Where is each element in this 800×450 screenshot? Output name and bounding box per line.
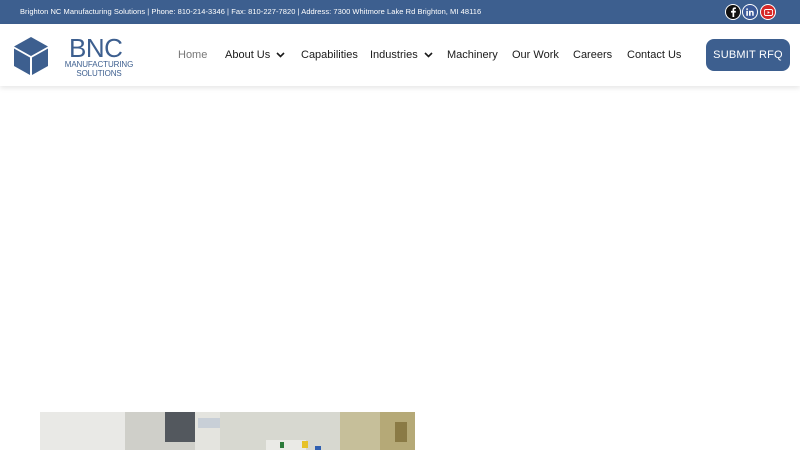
- site-header: BNC MANUFACTURING SOLUTIONS Home About U…: [0, 24, 800, 86]
- nav-our-work[interactable]: Our Work: [512, 24, 559, 86]
- youtube-icon: [763, 8, 773, 16]
- shop-floor-photo: [40, 412, 415, 450]
- logo-subtitle: MANUFACTURING SOLUTIONS: [59, 60, 139, 78]
- nav-industries[interactable]: Industries: [370, 24, 433, 86]
- nav-machinery[interactable]: Machinery: [447, 24, 498, 86]
- nav-industries-label: Industries: [370, 49, 418, 61]
- facebook-link[interactable]: [725, 4, 741, 20]
- nav-about-us-label: About Us: [225, 49, 271, 61]
- chevron-down-icon: [276, 52, 285, 58]
- submit-rfq-button[interactable]: SUBMIT RFQ: [706, 39, 790, 71]
- nav-capabilities[interactable]: Capabilities: [301, 24, 358, 86]
- linkedin-icon: [746, 8, 754, 16]
- contact-info-text: Brighton NC Manufacturing Solutions | Ph…: [20, 7, 482, 16]
- facebook-icon: [729, 7, 737, 17]
- nav-home[interactable]: Home: [178, 24, 207, 86]
- nav-about-us[interactable]: About Us: [225, 24, 285, 86]
- logo-subtitle-line1: MANUFACTURING: [64, 60, 134, 69]
- youtube-link[interactable]: [760, 4, 776, 20]
- linkedin-link[interactable]: [742, 4, 758, 20]
- nav-careers[interactable]: Careers: [573, 24, 612, 86]
- bnc-logo[interactable]: BNC MANUFACTURING SOLUTIONS: [12, 33, 139, 82]
- nav-contact-us[interactable]: Contact Us: [627, 24, 681, 86]
- logo-subtitle-line2: SOLUTIONS: [76, 69, 122, 78]
- top-info-bar: Brighton NC Manufacturing Solutions | Ph…: [0, 0, 800, 24]
- chevron-down-icon: [424, 52, 433, 58]
- cube-logo-icon: [14, 37, 48, 75]
